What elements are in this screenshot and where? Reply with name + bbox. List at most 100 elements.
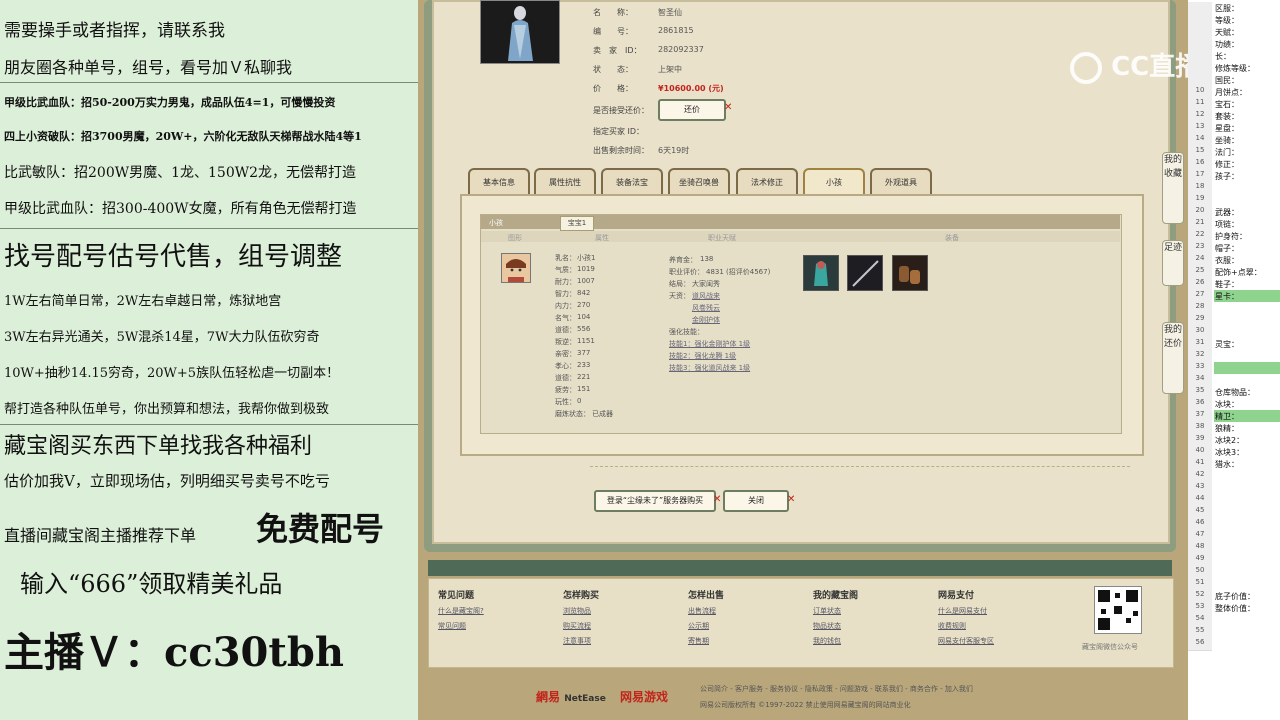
footer-link[interactable]: 公示期 <box>688 621 709 631</box>
footer-link[interactable]: 常见问题 <box>438 621 466 631</box>
promo-line: 主播Ｖ：cc30tbh <box>4 629 344 676</box>
stat-value: 270 <box>577 301 591 309</box>
promo-line: 四上小资破队：招3700男魔，20W+，六阶化无敌队天梯帮战水陆4等1 <box>4 130 362 143</box>
cell[interactable]: 坐骑： <box>1215 135 1239 146</box>
footer-link[interactable]: 什么是网易支付 <box>938 606 987 616</box>
tab-basic[interactable]: 基本信息 <box>468 168 530 194</box>
cell[interactable]: 鞋子： <box>1215 279 1239 290</box>
cell[interactable]: 月饼点： <box>1215 87 1247 98</box>
cell[interactable]: 整体价值： <box>1215 603 1255 614</box>
close-button[interactable]: 关闭 <box>723 490 789 512</box>
bargain-button[interactable]: 还价 <box>658 99 726 121</box>
cell[interactable]: 底子价值： <box>1215 591 1255 602</box>
equip-weapon-icon[interactable] <box>847 255 883 291</box>
cell[interactable]: 星盘： <box>1215 123 1239 134</box>
equip-armor-icon[interactable] <box>803 255 839 291</box>
cell[interactable]: 修正： <box>1215 159 1239 170</box>
cell[interactable]: 冰块： <box>1215 399 1239 410</box>
talent-link[interactable]: 道风战来 <box>692 291 720 301</box>
skill-link[interactable]: 技能2：强化龙腾 1级 <box>669 351 736 361</box>
cell[interactable]: 功绩： <box>1215 39 1239 50</box>
cell[interactable]: 修炼等级： <box>1215 63 1255 74</box>
equip-shoes-icon[interactable] <box>892 255 928 291</box>
cell[interactable]: 衣服： <box>1215 255 1239 266</box>
talent-link[interactable]: 金刚护体 <box>692 315 720 325</box>
cell[interactable]: 冰块2： <box>1215 435 1244 446</box>
side-tab-favorites[interactable]: 我的收藏 <box>1162 152 1184 224</box>
login-buy-button[interactable]: 登录“尘缘未了”服务器购买 <box>594 490 716 512</box>
child-subtab[interactable]: 宝宝1 <box>560 216 594 231</box>
cell[interactable]: 套装： <box>1215 111 1239 122</box>
name-value: 智圣仙 <box>658 8 682 17</box>
footer-links[interactable]: 公司简介 - 客户服务 - 服务协议 - 隐私政策 - 问题游戏 - 联系我们 … <box>700 684 973 694</box>
promo-line: 估价加我V，立即现场估，列明细买号卖号不吃亏 <box>4 472 330 490</box>
cell[interactable]: 天赋： <box>1215 27 1239 38</box>
cell[interactable]: 配饰+点翠： <box>1215 267 1262 278</box>
cell[interactable]: 灵宝： <box>1215 339 1239 350</box>
stat-value: 221 <box>577 373 591 381</box>
tab-attributes[interactable]: 属性抗性 <box>534 168 596 194</box>
footer-link[interactable]: 物品状态 <box>813 621 841 631</box>
stat-label: 疲劳： <box>555 386 576 394</box>
cell[interactable]: 精卫： <box>1215 411 1239 422</box>
character-portrait <box>480 0 560 64</box>
stat-label: 道德： <box>555 326 576 334</box>
cell[interactable]: 冰块3： <box>1215 447 1244 458</box>
footer-link[interactable]: 网易支付客服专区 <box>938 636 994 646</box>
skill-link[interactable]: 技能3：强化道风战来 1级 <box>669 363 750 373</box>
cell[interactable]: 区服： <box>1215 3 1239 14</box>
tab-spells[interactable]: 法术修正 <box>736 168 798 194</box>
cell[interactable]: 狼精： <box>1215 423 1239 434</box>
stat-label: 乳名： <box>555 254 576 262</box>
footer-link[interactable]: 购买流程 <box>563 621 591 631</box>
cell[interactable]: 等级： <box>1215 15 1239 26</box>
promo-line: 需要操手或者指挥，请联系我 <box>4 21 225 41</box>
tab-child[interactable]: 小孩 <box>803 168 865 194</box>
stat-label: 玩性： <box>555 398 576 406</box>
tab-appearance[interactable]: 外观道具 <box>870 168 932 194</box>
footer-title: 我的藏宝阁 <box>813 591 859 601</box>
seller-value: 282092337 <box>658 45 704 54</box>
cell[interactable]: 武器： <box>1215 207 1239 218</box>
promo-line: 免费配号 <box>256 510 385 548</box>
cell[interactable]: 孩子： <box>1215 171 1239 182</box>
netease-logo: 網易 NetEase <box>536 690 606 704</box>
stat-label: 磨炼状态： <box>555 410 590 418</box>
promo-line: 藏宝阁买东西下单找我各种福利 <box>4 434 313 459</box>
row-number[interactable]: 56 <box>1188 638 1212 651</box>
footer-link[interactable]: 出售流程 <box>688 606 716 616</box>
price-label: 价 格： <box>593 84 633 93</box>
stat-value: 233 <box>577 361 591 369</box>
footer-link[interactable]: 我的钱包 <box>813 636 841 646</box>
footer-link[interactable]: 收费规则 <box>938 621 966 631</box>
cell[interactable]: 项链： <box>1215 219 1239 230</box>
result-value: 大家闺秀 <box>692 280 720 288</box>
skill-link[interactable]: 技能1：强化金刚护体 1级 <box>669 339 750 349</box>
bargain-label: 是否接受还价： <box>593 106 649 115</box>
footer-link[interactable]: 浏览物品 <box>563 606 591 616</box>
footer-link[interactable]: 寄售期 <box>688 636 709 646</box>
footer-link[interactable]: 订单状态 <box>813 606 841 616</box>
cell[interactable]: 猎水： <box>1215 459 1239 470</box>
tab-mounts[interactable]: 坐骑召唤兽 <box>668 168 730 194</box>
footer-link[interactable]: 注意事项 <box>563 636 591 646</box>
skill-label: 强化技能： <box>669 328 704 336</box>
side-tab-bargains[interactable]: 我的还价 <box>1162 322 1184 394</box>
cell[interactable]: 宝石： <box>1215 99 1239 110</box>
cell[interactable]: 帽子： <box>1215 243 1239 254</box>
side-tab-history[interactable]: 足迹 <box>1162 240 1184 286</box>
cell[interactable]: 国民： <box>1215 75 1239 86</box>
cell[interactable]: 仓库物品： <box>1215 387 1255 398</box>
cell[interactable]: 长： <box>1215 51 1231 62</box>
child-header: 小孩 <box>489 219 503 227</box>
tab-equipment[interactable]: 装备法宝 <box>601 168 663 194</box>
footer-link[interactable]: 什么是藏宝阁? <box>438 606 484 616</box>
cell[interactable]: 护身符： <box>1215 231 1247 242</box>
cell[interactable]: 星卡： <box>1215 291 1239 302</box>
talent-link[interactable]: 风卷残云 <box>692 303 720 313</box>
stat-label: 气质： <box>555 266 576 274</box>
cell[interactable]: 法门： <box>1215 147 1239 158</box>
stat-label: 孝心： <box>555 362 576 370</box>
stat-value: 0 <box>577 397 582 405</box>
time-label: 出售剩余时间： <box>593 146 649 155</box>
